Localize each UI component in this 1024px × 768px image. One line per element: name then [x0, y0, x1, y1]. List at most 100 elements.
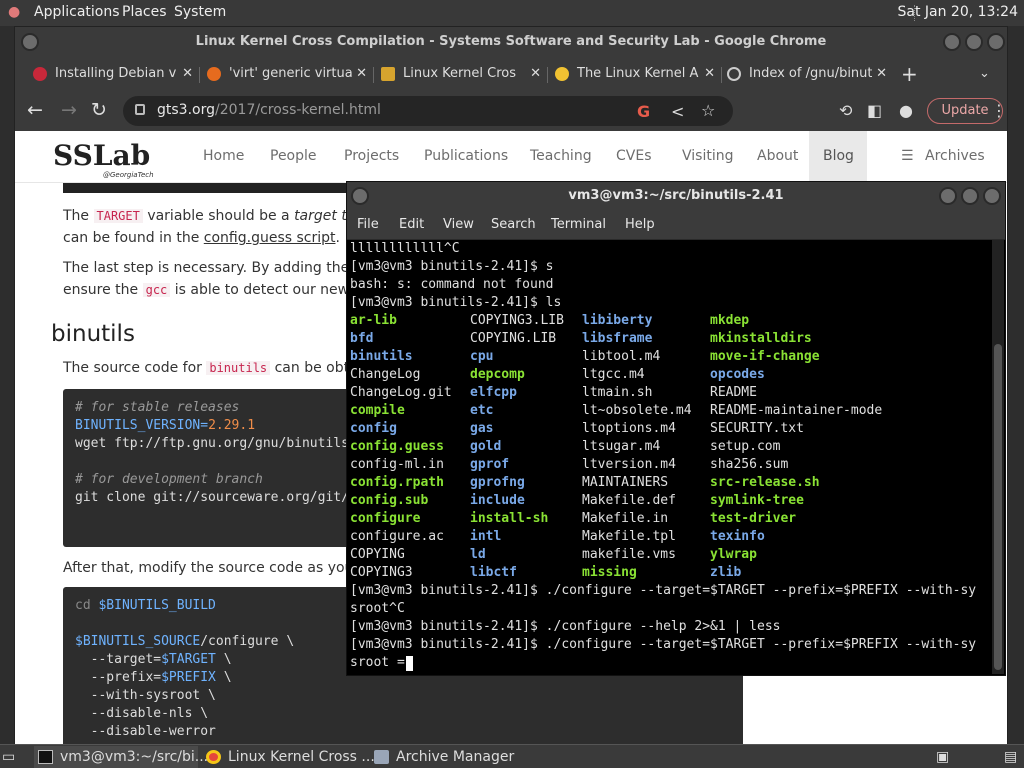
profile-avatar-icon[interactable]: ●: [899, 101, 913, 120]
ls-entry: zlib: [710, 565, 742, 580]
distro-logo-icon[interactable]: ●: [8, 4, 20, 20]
url-text[interactable]: gts3.org/2017/cross-kernel.html: [157, 102, 381, 118]
nav-people[interactable]: People: [270, 148, 317, 164]
archives-list-icon[interactable]: ☰: [901, 148, 914, 164]
nav-teaching[interactable]: Teaching: [530, 148, 592, 164]
maximize-button[interactable]: [965, 33, 983, 51]
share-icon[interactable]: <: [671, 102, 684, 121]
applications-menu[interactable]: Applications: [34, 4, 120, 20]
chrome-menu-icon[interactable]: ⋮: [991, 101, 1007, 120]
terminal-titlebar[interactable]: vm3@vm3:~/src/binutils-2.41: [347, 182, 1005, 210]
tab-linux-kernel-cross[interactable]: Linux Kernel Cros ✕: [381, 59, 541, 89]
task-archive-manager[interactable]: Archive Manager: [370, 746, 530, 768]
ls-entry: COPYING: [350, 547, 405, 562]
task-chrome[interactable]: Linux Kernel Cross ...: [202, 746, 375, 768]
ls-entry: elfcpp: [470, 385, 517, 400]
system-menu[interactable]: System: [174, 4, 226, 20]
ls-entry: bfd: [350, 331, 374, 346]
menu-view[interactable]: View: [443, 217, 474, 232]
terminal-window: vm3@vm3:~/src/binutils-2.41 File Edit Vi…: [346, 181, 1006, 676]
lock-icon[interactable]: [135, 104, 145, 115]
menu-help[interactable]: Help: [625, 217, 655, 232]
ls-entry: libsframe: [582, 331, 653, 346]
nav-about[interactable]: About: [757, 148, 798, 164]
tab-close-icon[interactable]: ✕: [700, 59, 715, 89]
bottom-taskbar: ▭ vm3@vm3:~/src/bi... Linux Kernel Cross…: [0, 744, 1024, 768]
nav-cves[interactable]: CVEs: [616, 148, 652, 164]
tab-close-icon[interactable]: ✕: [178, 59, 193, 89]
terminal-line: [vm3@vm3 binutils-2.41]$ s: [350, 259, 554, 274]
tab-installing-debian[interactable]: Installing Debian v ✕: [33, 59, 193, 89]
forward-arrow-icon[interactable]: →: [61, 99, 77, 121]
panel-clock[interactable]: Sat Jan 20, 13:24: [898, 4, 1019, 20]
ls-entry: setup.com: [710, 439, 781, 454]
minimize-button[interactable]: [943, 33, 961, 51]
terminal-line: [vm3@vm3 binutils-2.41]$ ./configure --h…: [350, 619, 781, 634]
ls-entry: symlink-tree: [710, 493, 804, 508]
chrome-titlebar[interactable]: Linux Kernel Cross Compilation - Systems…: [15, 27, 1007, 57]
terminal-scrollbar[interactable]: [992, 240, 1004, 674]
ls-entry: COPYING.LIB: [470, 331, 557, 346]
tab-label: 'virt' generic virtua: [229, 66, 353, 81]
terminal-window-menu-button[interactable]: [351, 187, 369, 205]
window-menu-button[interactable]: [21, 33, 39, 51]
side-panel-icon[interactable]: ◧: [867, 101, 882, 120]
tab-search-chevron-icon[interactable]: ⌄: [979, 59, 999, 89]
bookmark-star-icon[interactable]: ☆: [701, 101, 715, 120]
scrollbar-thumb[interactable]: [994, 344, 1002, 670]
menu-file[interactable]: File: [357, 217, 379, 232]
terminal-minimize-button[interactable]: [939, 187, 957, 205]
ls-entry: configure.ac: [350, 529, 444, 544]
ls-entry: config.guess: [350, 439, 444, 454]
top-panel: ● Applications Places System Sat Jan 20,…: [0, 0, 1024, 26]
tab-label: The Linux Kernel A: [577, 66, 699, 81]
tab-close-icon[interactable]: ✕: [352, 59, 367, 89]
ls-entry: libtool.m4: [582, 349, 661, 364]
extension-icon[interactable]: ⟲: [839, 101, 852, 120]
ls-entry: gold: [470, 439, 502, 454]
trash-icon[interactable]: ▤: [1004, 746, 1022, 768]
new-tab-button[interactable]: +: [901, 59, 921, 89]
terminal-output[interactable]: llllllllllll^C [vm3@vm3 binutils-2.41]$ s…: [350, 240, 990, 674]
back-arrow-icon[interactable]: ←: [27, 99, 43, 121]
tab-close-icon[interactable]: ✕: [526, 59, 541, 89]
nav-home[interactable]: Home: [203, 148, 244, 164]
ls-entry: etc: [470, 403, 494, 418]
ls-entry: ltsugar.m4: [582, 439, 661, 454]
menu-edit[interactable]: Edit: [399, 217, 424, 232]
nav-publications[interactable]: Publications: [424, 148, 508, 164]
omnibox[interactable]: gts3.org/2017/cross-kernel.html G < ☆: [123, 96, 733, 126]
config-guess-link[interactable]: config.guess script: [204, 230, 336, 246]
nav-archives[interactable]: Archives: [925, 148, 985, 164]
tab-linux-kernel-archives[interactable]: The Linux Kernel A ✕: [555, 59, 715, 89]
ls-entry: SECURITY.txt: [710, 421, 804, 436]
terminal-close-button[interactable]: [983, 187, 1001, 205]
window-title: Linux Kernel Cross Compilation - Systems…: [195, 34, 827, 49]
tab-virt-generic[interactable]: 'virt' generic virtua ✕: [207, 59, 367, 89]
google-lens-icon[interactable]: G: [637, 102, 650, 121]
archive-manager-icon: [374, 750, 389, 764]
tab-index-binutils[interactable]: Index of /gnu/binut ✕: [727, 59, 887, 89]
ls-entry: ld: [470, 547, 486, 562]
tab-close-icon[interactable]: ✕: [872, 59, 887, 89]
task-terminal[interactable]: vm3@vm3:~/src/bi...: [34, 746, 208, 768]
ls-entry: configure: [350, 511, 421, 526]
ls-entry: Makefile.tpl: [582, 529, 676, 544]
address-bar-row: ← → ↻ gts3.org/2017/cross-kernel.html G …: [15, 91, 1007, 131]
nav-visiting[interactable]: Visiting: [682, 148, 733, 164]
show-desktop-icon[interactable]: ▭: [2, 746, 24, 768]
ls-entry: install-sh: [470, 511, 549, 526]
nav-blog[interactable]: Blog: [823, 148, 854, 164]
menu-search[interactable]: Search: [491, 217, 536, 232]
sslab-logo[interactable]: SSLab: [53, 139, 150, 172]
menu-terminal[interactable]: Terminal: [551, 217, 606, 232]
close-button[interactable]: [987, 33, 1005, 51]
globe-icon: [727, 66, 741, 81]
places-menu[interactable]: Places: [122, 4, 167, 20]
workspace-switcher-icon[interactable]: ▣: [936, 746, 958, 768]
nav-projects[interactable]: Projects: [344, 148, 399, 164]
ls-entry: ltoptions.m4: [582, 421, 676, 436]
terminal-maximize-button[interactable]: [961, 187, 979, 205]
reload-icon[interactable]: ↻: [91, 99, 107, 121]
ls-entry: mkdep: [710, 313, 750, 328]
